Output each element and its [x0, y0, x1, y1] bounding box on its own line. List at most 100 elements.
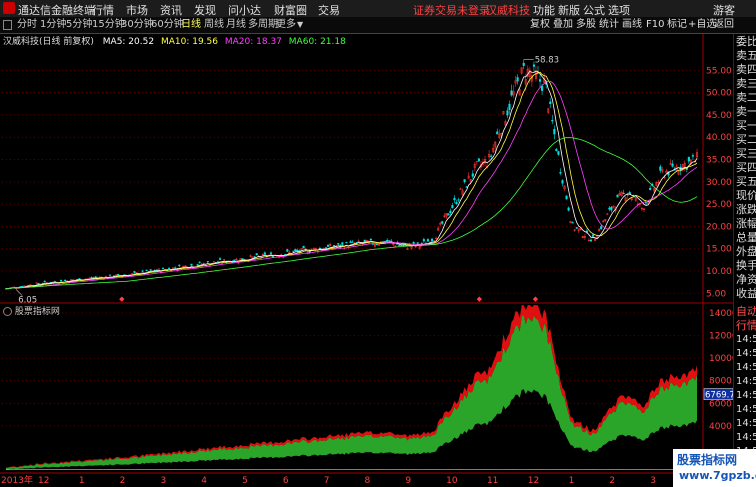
panel-time-6: 14:56: [736, 390, 756, 401]
title-bar: 通达信金融终端 行情 市场 资讯 发现 问小达 财富圈 交易 证券交易未登录 汉…: [0, 0, 756, 18]
candle-body: [416, 242, 419, 244]
tab-1min[interactable]: 1分钟: [40, 18, 66, 32]
indicator-tick-label: 10000: [709, 354, 733, 364]
candle-body: [567, 207, 570, 211]
x-tick-label: 10: [446, 476, 458, 486]
candle-body: [375, 243, 379, 245]
tab-fenshi[interactable]: 分时: [17, 18, 37, 32]
duogu-button[interactable]: 多股: [576, 18, 596, 32]
chart-area[interactable]: 5.00 10.00 15.00 20.00 25.00 30.00 35.00 40.00 4…: [0, 34, 733, 487]
candle-body: [555, 149, 558, 152]
menu-hangqing[interactable]: 行情: [92, 2, 114, 18]
tab-more[interactable]: 更多: [276, 18, 296, 32]
candle-body: [351, 241, 354, 243]
candle-body: [551, 119, 554, 122]
candle-body: [538, 79, 542, 82]
price-tick-label: 55.00: [706, 66, 732, 76]
menu-zixun[interactable]: 资讯: [160, 2, 182, 18]
panel-label-9: 买四: [736, 161, 756, 174]
tab-daily[interactable]: 日线: [181, 18, 201, 32]
menu-gongneng[interactable]: 功能: [533, 2, 555, 18]
indicator-info: 股票指标网: [0, 304, 60, 317]
x-tick-label: 3: [650, 476, 656, 486]
menu-xinban[interactable]: 新版: [558, 2, 580, 18]
fuquan-button[interactable]: 复权: [530, 18, 550, 32]
panel-time-3: 14:56: [736, 348, 756, 359]
candle-body: [600, 226, 603, 230]
chevron-down-icon[interactable]: ▼: [297, 18, 303, 32]
x-tick-label: 5: [242, 476, 248, 486]
menu-jiaoyi[interactable]: 交易: [318, 2, 340, 18]
indicator-settings-icon[interactable]: [3, 307, 12, 316]
candle-body: [141, 270, 144, 272]
tab-60min[interactable]: 60分钟: [151, 18, 184, 32]
x-tick-label: 7: [324, 476, 330, 486]
candle-body: [549, 101, 552, 104]
panel-time-8: 14:56: [736, 418, 756, 429]
candle-body: [386, 240, 389, 243]
quote-side-panel: 委比 卖五 卖四 卖三 卖二 卖一 买一 买二 买三 买四 买五 现价 涨跌 涨幅 总量 外盘 换手 净资 收益 自动…: [733, 34, 756, 487]
panel-label-14: 总量: [736, 231, 756, 244]
indicator-title: 股票指标网: [14, 307, 60, 317]
tab-monthly[interactable]: 月线: [226, 18, 246, 32]
candle-body: [516, 77, 519, 82]
panel-label-6: 买一: [736, 119, 756, 132]
x-tick-label: 4: [201, 476, 207, 486]
ma10-line: [6, 71, 698, 289]
candle-body: [471, 173, 474, 177]
panel-toggle-icon[interactable]: [3, 20, 12, 30]
candle-body: [349, 241, 352, 243]
candle-body: [453, 198, 456, 201]
candle-body: [196, 264, 199, 266]
candle-body: [37, 283, 40, 285]
tab-weekly[interactable]: 周线: [204, 18, 224, 32]
candle-body: [522, 62, 525, 66]
candle-body: [608, 207, 611, 210]
panel-time-4: 14:56: [736, 362, 756, 373]
candle-body: [589, 239, 593, 242]
candle-body: [341, 242, 344, 245]
high-annotation: 58.83: [535, 56, 559, 66]
ma5-label: MA5: 20.52: [102, 37, 155, 47]
candle-body: [510, 90, 513, 96]
menu-gongshi[interactable]: 公式: [583, 2, 605, 18]
panel-time-7: 14:56: [736, 404, 756, 415]
candle-body: [422, 239, 425, 242]
candle-body: [412, 241, 415, 244]
candle-body: [398, 244, 401, 247]
candle-body: [687, 157, 690, 162]
huaxian-button[interactable]: 画线: [622, 18, 642, 32]
tongji-button[interactable]: 统计: [599, 18, 619, 32]
candle-body: [610, 206, 613, 211]
f10-button[interactable]: F10: [646, 18, 664, 32]
tab-30min[interactable]: 30分钟: [121, 18, 154, 32]
panel-label-7: 买二: [736, 133, 756, 146]
candle-body: [64, 279, 67, 282]
biaoji-button[interactable]: 标记: [667, 18, 687, 32]
candle-body: [369, 238, 372, 241]
ma60-line: [6, 137, 698, 289]
panel-time-2: 14:56: [736, 334, 756, 345]
menu-faxian[interactable]: 发现: [194, 2, 216, 18]
add-watchlist-button[interactable]: +自选: [688, 18, 716, 32]
back-button[interactable]: 返回: [714, 18, 734, 32]
candle-body: [43, 280, 46, 283]
tab-5min[interactable]: 5分钟: [66, 18, 92, 32]
tab-multi-period[interactable]: 多周期: [248, 18, 278, 32]
menu-shichang[interactable]: 市场: [126, 2, 148, 18]
candle-body: [302, 245, 305, 249]
price-tick-label: 10.00: [706, 267, 732, 277]
diejia-button[interactable]: 叠加: [553, 18, 573, 32]
chart-info-bar: 汉威科技(日线 前复权) MA5: 20.52 MA10: 19.56 MA20…: [0, 34, 346, 47]
panel-label-8: 买三: [736, 147, 756, 160]
x-tick-label: 12: [38, 476, 49, 486]
candle-body: [296, 250, 299, 252]
indicator-tick-label: 6000: [709, 399, 732, 409]
x-tick-label: 2: [120, 476, 126, 486]
login-alert[interactable]: 证券交易未登录: [413, 2, 490, 18]
tab-15min[interactable]: 15分钟: [92, 18, 125, 32]
menu-xuanxiang[interactable]: 选项: [608, 2, 630, 18]
guest-user[interactable]: 游客: [713, 2, 735, 18]
menu-wenxiaoda[interactable]: 问小达: [228, 2, 261, 18]
menu-caifuquan[interactable]: 财富圈: [274, 2, 307, 18]
